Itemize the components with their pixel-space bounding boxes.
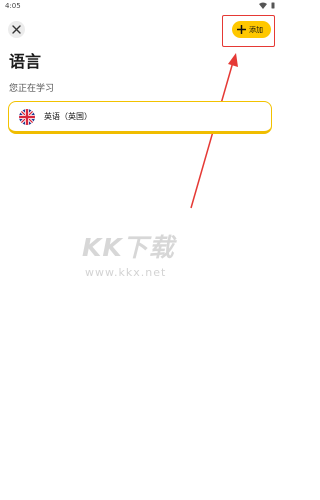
wifi-icon: [259, 2, 267, 9]
battery-icon: [271, 2, 275, 9]
page-title: 语言: [9, 52, 42, 71]
status-bar: 4:05: [0, 0, 281, 14]
language-name: 英语（英国）: [44, 112, 92, 121]
close-button[interactable]: [8, 21, 25, 38]
watermark-logo: KK下载: [82, 233, 175, 262]
watermark-url: www.kkx.net: [85, 266, 167, 279]
annotation-highlight-box: [222, 15, 275, 47]
section-label-learning: 您正在学习: [9, 84, 55, 94]
uk-flag-icon: [19, 108, 35, 125]
close-icon: [12, 25, 21, 34]
language-card[interactable]: 英语（英国）: [8, 101, 272, 134]
status-icons: [259, 2, 275, 9]
status-time: 4:05: [5, 2, 21, 10]
